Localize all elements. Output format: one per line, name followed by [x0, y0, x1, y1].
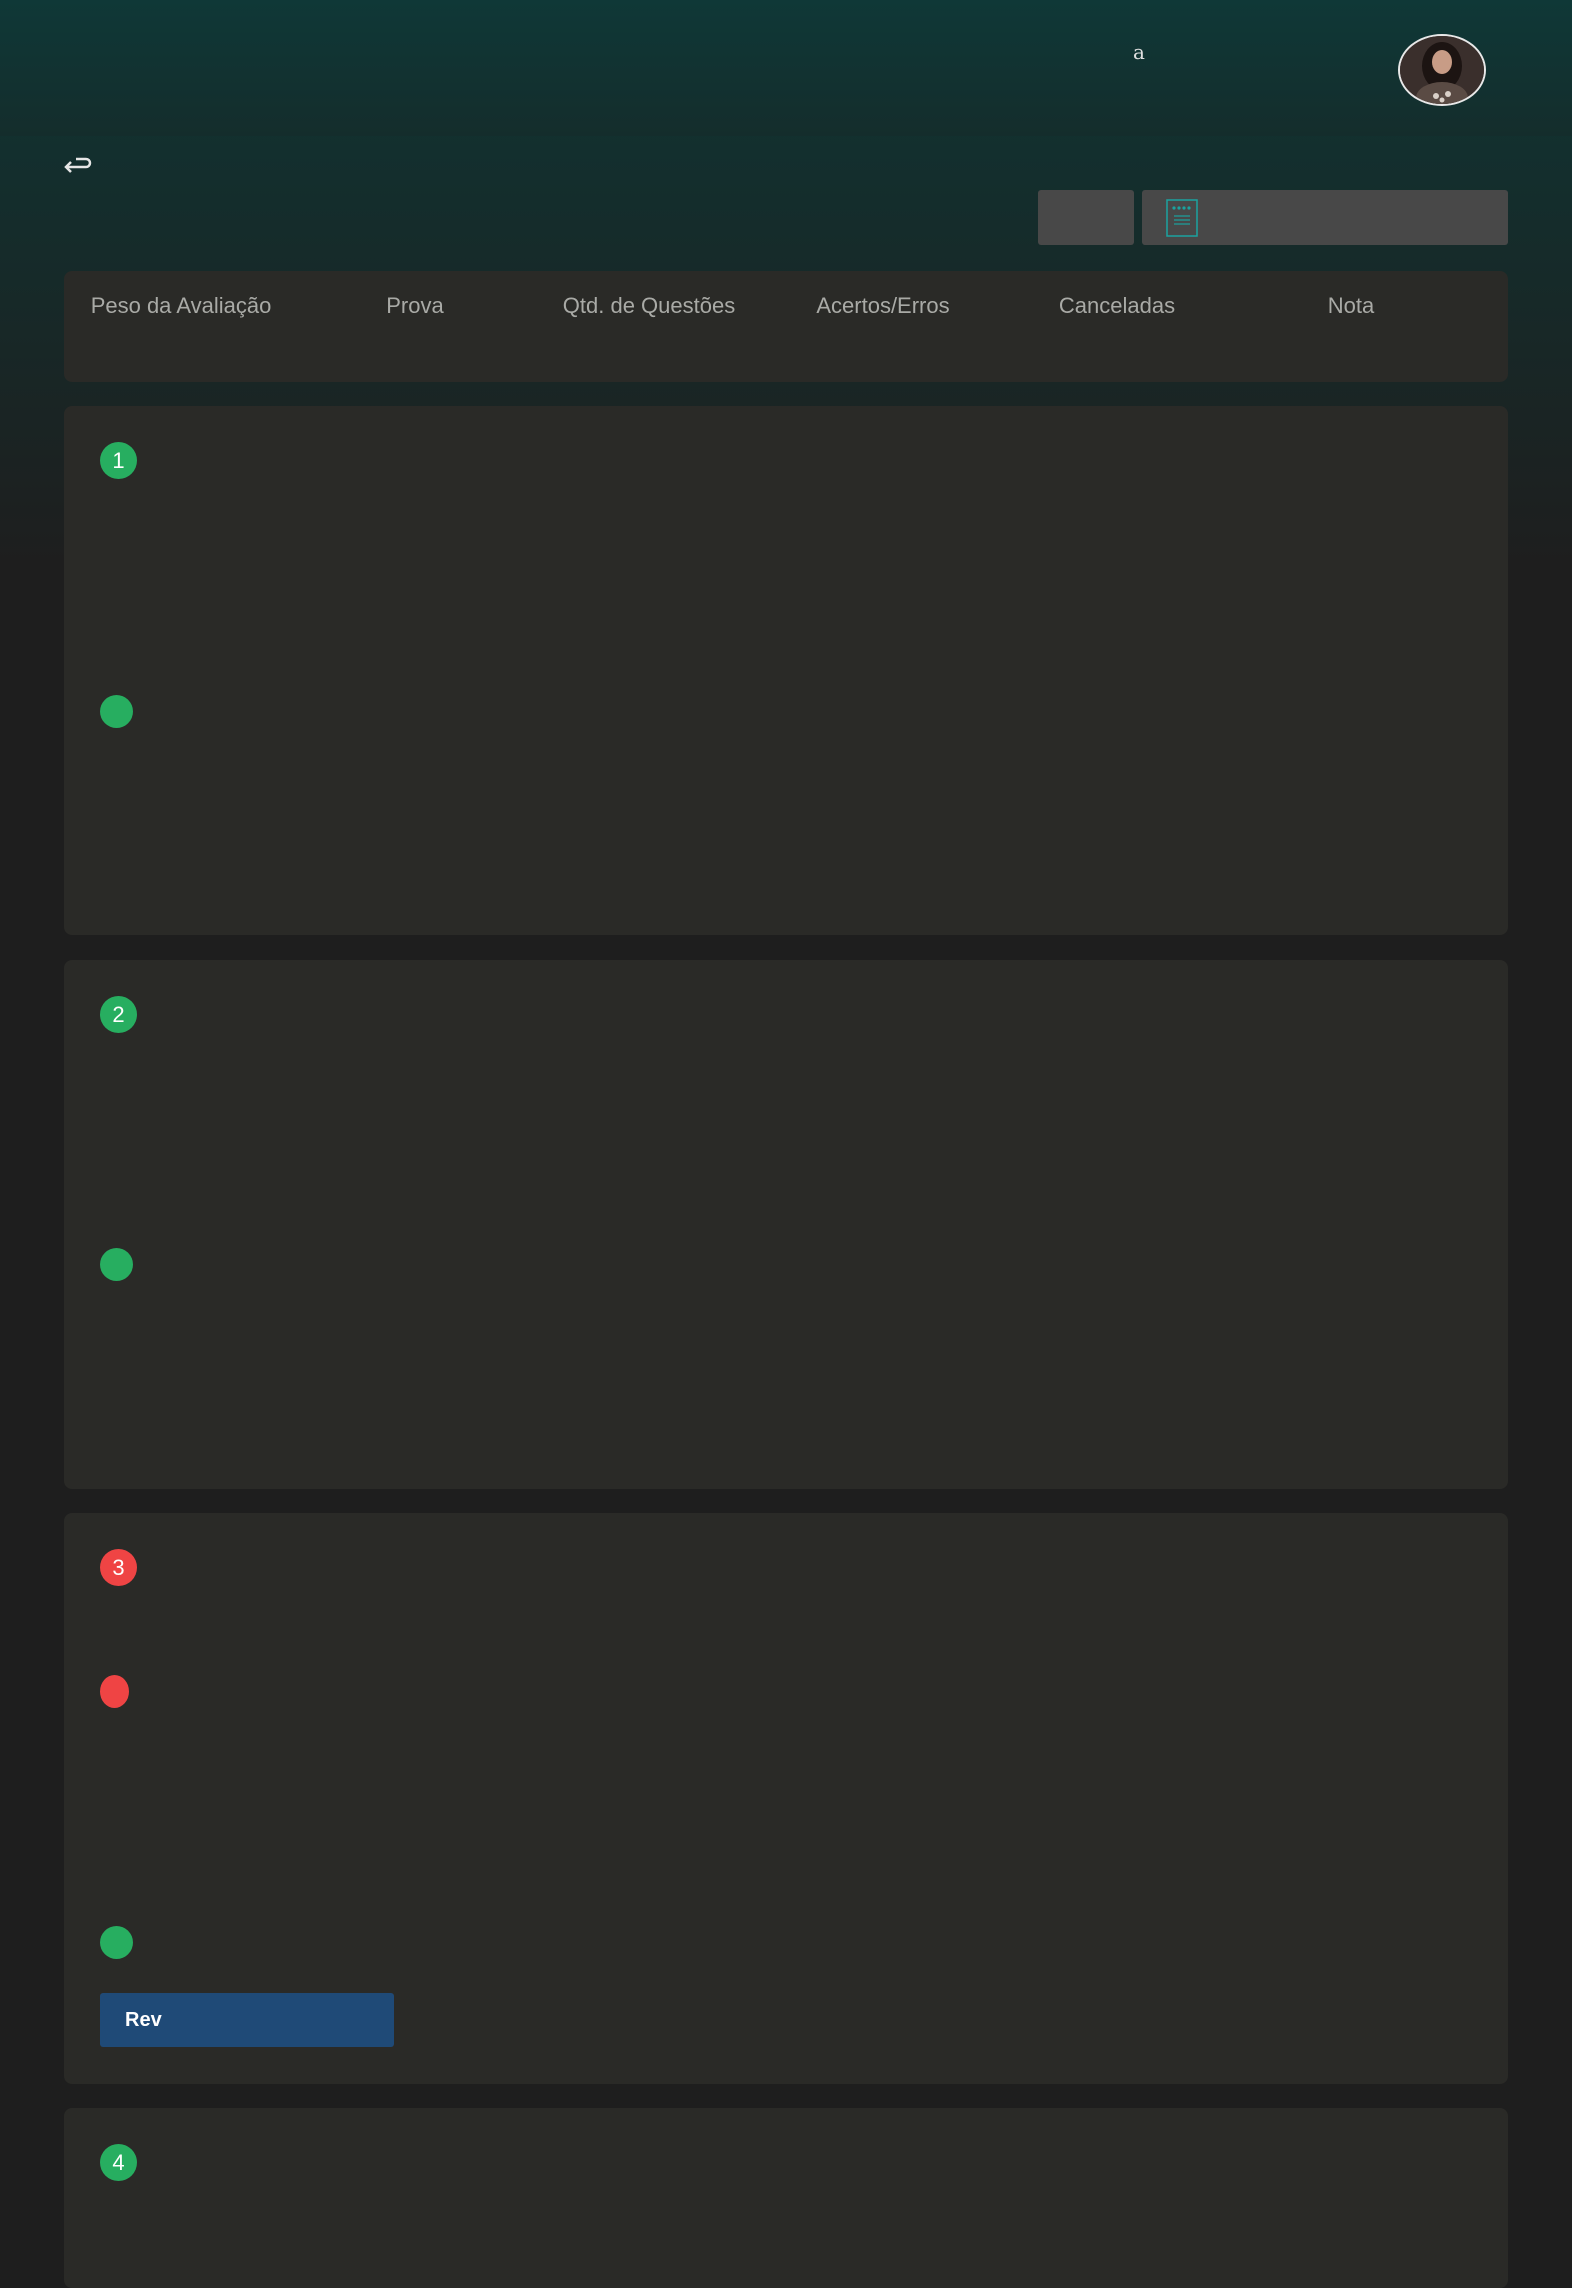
review-button[interactable]: Rev — [100, 1993, 394, 2047]
col-nota: Nota — [1327, 293, 1375, 318]
avatar-photo-icon — [1400, 36, 1484, 104]
topbar-text: a — [1133, 40, 1145, 64]
col-peso: Peso da Avaliação — [90, 293, 272, 318]
question-number-badge: 2 — [100, 996, 137, 1033]
back-arrow-icon[interactable] — [62, 150, 92, 180]
answer-incorrect-dot — [100, 1675, 129, 1708]
col-prova: Prova — [386, 293, 444, 318]
question-card: 1 — [64, 406, 1508, 935]
action-button[interactable] — [1038, 190, 1134, 245]
question-card: 4 — [64, 2108, 1508, 2288]
top-bar: a — [0, 0, 1572, 136]
user-avatar[interactable] — [1398, 34, 1486, 106]
col-canceladas: Canceladas — [1058, 293, 1176, 318]
col-qtd-questoes: Qtd. de Questões — [562, 293, 736, 318]
summary-header: Peso da Avaliação Prova Qtd. de Questões… — [64, 271, 1508, 382]
question-number-badge: 1 — [100, 442, 137, 479]
question-card: 2 — [64, 960, 1508, 1489]
answer-correct-dot — [100, 1926, 133, 1959]
question-number-badge: 3 — [100, 1549, 137, 1586]
question-number-badge: 4 — [100, 2144, 137, 2181]
document-button[interactable] — [1142, 190, 1508, 245]
answer-correct-dot — [100, 1248, 133, 1281]
question-card: 3 Rev — [64, 1513, 1508, 2084]
document-icon — [1166, 199, 1198, 237]
col-acertos-erros: Acertos/Erros — [816, 293, 950, 318]
answer-correct-dot — [100, 695, 133, 728]
